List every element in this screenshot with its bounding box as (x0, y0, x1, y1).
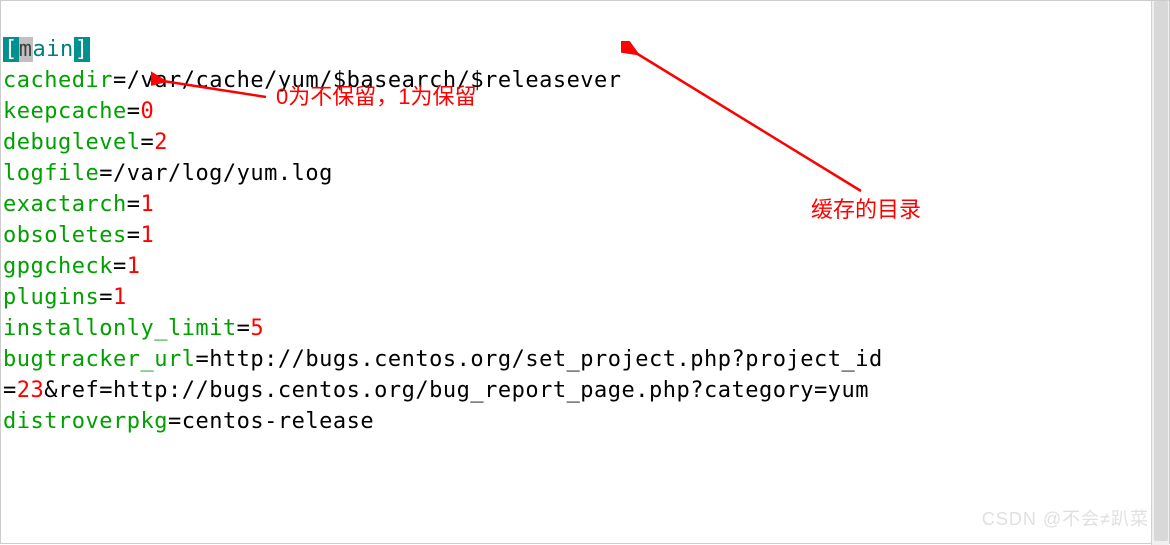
config-key-keepcache: keepcache (3, 99, 127, 124)
annotation-keepcache: 0为不保留，1为保留 (276, 83, 476, 111)
config-val-bugtracker-url-2: &ref=http://bugs.centos.org/bug_report_p… (44, 378, 869, 403)
config-val-obsoletes: 1 (140, 223, 154, 248)
config-key-plugins: plugins (3, 285, 99, 310)
config-val-keepcache: 0 (140, 99, 154, 124)
config-val-gpgcheck: 1 (127, 254, 141, 279)
section-bracket-open: [ (3, 37, 19, 62)
section-bracket-close: ] (74, 37, 90, 62)
watermark: CSDN @不会≠趴菜 (982, 504, 1149, 535)
config-key-gpgcheck: gpgcheck (3, 254, 113, 279)
scrollbar[interactable] (1151, 1, 1169, 545)
scrollbar-thumb[interactable] (1154, 1, 1168, 541)
config-key-exactarch: exactarch (3, 192, 127, 217)
config-val-plugins: 1 (113, 285, 127, 310)
config-val-exactarch: 1 (140, 192, 154, 217)
config-key-bugtracker-url: bugtracker_url (3, 347, 195, 372)
config-val-distroverpkg: centos-release (182, 409, 374, 434)
config-val-bugtracker-url-1: http://bugs.centos.org/set_project.php?p… (209, 347, 883, 372)
config-key-debuglevel: debuglevel (3, 130, 140, 155)
config-key-installonly-limit: installonly_limit (3, 316, 237, 341)
config-key-distroverpkg: distroverpkg (3, 409, 168, 434)
config-file-content: [main] cachedir=/var/cache/yum/$basearch… (3, 3, 883, 437)
config-key-cachedir: cachedir (3, 68, 113, 93)
annotation-cachedir: 缓存的目录 (811, 196, 921, 224)
config-val-logfile: /var/log/yum.log (113, 161, 333, 186)
config-val-debuglevel: 2 (154, 130, 168, 155)
config-val-installonly-limit: 5 (250, 316, 264, 341)
config-key-obsoletes: obsoletes (3, 223, 127, 248)
config-key-logfile: logfile (3, 161, 99, 186)
